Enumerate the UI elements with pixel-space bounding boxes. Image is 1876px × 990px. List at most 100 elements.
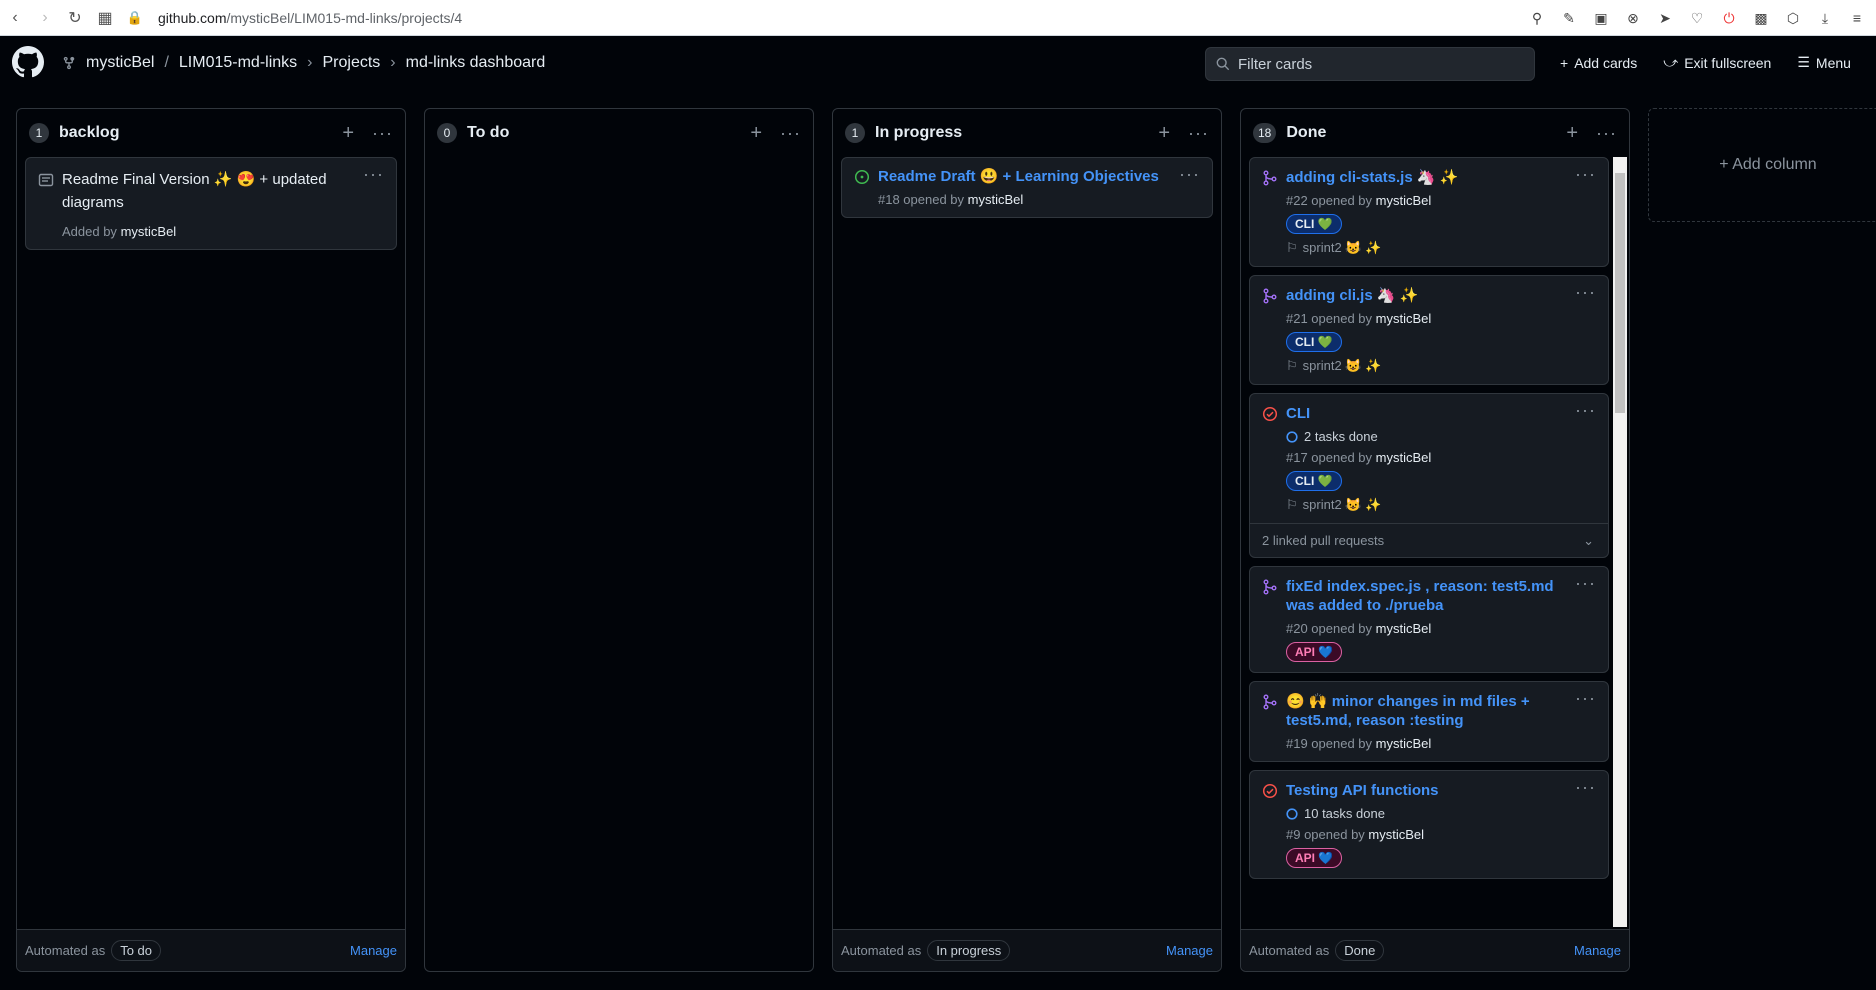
reload-icon[interactable]: ↻ (60, 3, 90, 33)
card-title-link[interactable]: adding cli.js 🦄 ✨ (1286, 286, 1568, 305)
card-title-link[interactable]: Readme Draft 😃 + Learning Objectives (878, 167, 1172, 186)
linked-pull-requests-toggle[interactable]: 2 linked pull requests ⌄ (1250, 523, 1608, 557)
card-author[interactable]: mysticBel (1376, 621, 1432, 636)
card-number: #9 opened by (1286, 827, 1365, 842)
card-more-icon[interactable]: ··· (1575, 164, 1596, 185)
pull-request-card[interactable]: adding cli.js 🦄 ✨ #21 opened by mysticBe… (1249, 275, 1609, 385)
heart-icon[interactable]: ♡ (1688, 9, 1706, 27)
column-more-icon[interactable]: ··· (1188, 123, 1209, 144)
card-author[interactable]: mysticBel (1376, 736, 1432, 751)
manage-automation-link[interactable]: Manage (350, 943, 397, 958)
label-api[interactable]: API 💙 (1286, 848, 1343, 868)
card-more-icon[interactable]: ··· (1575, 282, 1596, 303)
issue-card[interactable]: Testing API functions 10 tasks done #9 o… (1249, 770, 1609, 879)
card-title-link[interactable]: 😊 🙌 minor changes in md files + test5.md… (1286, 692, 1568, 730)
card-more-icon[interactable]: ··· (1575, 400, 1596, 421)
milestone-icon: ⚐ (1286, 497, 1298, 512)
card-author[interactable]: mysticBel (121, 224, 177, 239)
back-icon[interactable]: ‹ (0, 3, 30, 33)
column-title: backlog (59, 124, 120, 141)
tasks-done-text: 10 tasks done (1304, 806, 1385, 821)
pull-request-card[interactable]: 😊 🙌 minor changes in md files + test5.md… (1249, 681, 1609, 762)
column-more-icon[interactable]: ··· (372, 123, 393, 144)
column-scrollbar[interactable] (1613, 157, 1627, 927)
chevron-down-icon: ⌄ (1583, 533, 1594, 548)
add-card-plus-icon[interactable]: + (342, 122, 354, 145)
menu-label: Menu (1815, 54, 1851, 71)
card-number: #17 opened by (1286, 450, 1373, 465)
download-icon[interactable]: ⤓ (1816, 9, 1834, 27)
milestone-name[interactable]: sprint2 😺 ✨ (1303, 497, 1382, 513)
manage-automation-link[interactable]: Manage (1574, 943, 1621, 958)
note-card[interactable]: Readme Final Version ✨ 😍 + updated diagr… (25, 157, 397, 250)
card-more-icon[interactable]: ··· (363, 164, 384, 185)
note-text: Readme Final Version ✨ 😍 + updated diagr… (62, 171, 327, 211)
card-more-icon[interactable]: ··· (1575, 688, 1596, 709)
card-author[interactable]: mysticBel (1376, 450, 1432, 465)
breadcrumb-board[interactable]: md-links dashboard (406, 54, 546, 72)
breadcrumb-slash: / (164, 54, 169, 71)
add-card-plus-icon[interactable]: + (1158, 122, 1170, 145)
card-more-icon[interactable]: ··· (1575, 573, 1596, 594)
automated-label: Automated as (25, 943, 106, 958)
automated-label: Automated as (841, 943, 922, 958)
card-author[interactable]: mysticBel (1376, 193, 1432, 208)
label-cli[interactable]: CLI 💚 (1286, 214, 1342, 234)
label-api[interactable]: API 💙 (1286, 642, 1343, 662)
column-done: 18 Done + ··· adding cli-stats.js 🦄 ✨ #22… (1240, 108, 1630, 972)
milestone-name[interactable]: sprint2 😺 ✨ (1303, 240, 1382, 256)
tabs-grid-icon[interactable]: ▦ (90, 3, 120, 33)
block-icon[interactable]: ⊗ (1624, 9, 1642, 27)
card-author[interactable]: mysticBel (1368, 827, 1424, 842)
pull-request-merged-icon (1263, 694, 1277, 710)
github-logo-icon[interactable] (12, 46, 44, 78)
card-title-link[interactable]: fixEd index.spec.js , reason: test5.md w… (1286, 577, 1568, 615)
forward-icon[interactable]: › (30, 3, 60, 33)
add-cards-button[interactable]: + Add cards (1560, 54, 1637, 71)
breadcrumb-projects[interactable]: Projects (323, 54, 381, 72)
issue-closed-icon (1262, 406, 1278, 422)
edit-icon[interactable]: ✎ (1560, 9, 1578, 27)
add-card-plus-icon[interactable]: + (750, 122, 762, 145)
exit-fullscreen-button[interactable]: ⤻ Exit fullscreen (1663, 54, 1771, 71)
card-author[interactable]: mysticBel (1376, 311, 1432, 326)
issue-card[interactable]: CLI 2 tasks done #17 opened by mysticBel… (1249, 393, 1609, 558)
pull-request-merged-icon (1263, 579, 1277, 595)
automation-state-badge: Done (1335, 940, 1385, 961)
extension-icon[interactable]: ▩ (1752, 9, 1770, 27)
menu-button[interactable]: ☰ Menu (1797, 54, 1851, 71)
exit-fullscreen-icon: ⤻ (1663, 54, 1679, 70)
scrollbar-thumb[interactable] (1615, 173, 1625, 413)
card-more-icon[interactable]: ··· (1179, 164, 1200, 185)
card-more-icon[interactable]: ··· (1575, 777, 1596, 798)
card-title-link[interactable]: Testing API functions (1286, 781, 1568, 800)
cube-icon[interactable]: ⬡ (1784, 9, 1802, 27)
pull-request-card[interactable]: adding cli-stats.js 🦄 ✨ #22 opened by my… (1249, 157, 1609, 267)
power-icon[interactable]: ⏻ (1720, 9, 1738, 27)
label-cli[interactable]: CLI 💚 (1286, 332, 1342, 352)
card-title-link[interactable]: CLI (1286, 404, 1568, 423)
issue-card[interactable]: Readme Draft 😃 + Learning Objectives #18… (841, 157, 1213, 218)
breadcrumb-owner[interactable]: mysticBel (86, 54, 154, 72)
add-card-plus-icon[interactable]: + (1566, 122, 1578, 145)
camera-icon[interactable]: ▣ (1592, 9, 1610, 27)
milestone-name[interactable]: sprint2 😺 ✨ (1303, 358, 1382, 374)
automation-state-badge: To do (111, 940, 162, 961)
zoom-icon[interactable]: ⚲ (1528, 9, 1546, 27)
browser-menu-icon[interactable]: ≡ (1848, 9, 1866, 27)
manage-automation-link[interactable]: Manage (1166, 943, 1213, 958)
github-header: mysticBel / LIM015-md-links › Projects ›… (0, 36, 1876, 92)
breadcrumb-repo[interactable]: LIM015-md-links (179, 54, 297, 72)
label-cli[interactable]: CLI 💚 (1286, 471, 1342, 491)
exit-fullscreen-label: Exit fullscreen (1684, 54, 1772, 71)
send-icon[interactable]: ➤ (1656, 9, 1674, 27)
address-bar[interactable]: github.com/mysticBel/LIM015-md-links/pro… (158, 10, 462, 26)
column-more-icon[interactable]: ··· (1596, 123, 1617, 144)
card-title-link[interactable]: adding cli-stats.js 🦄 ✨ (1286, 168, 1568, 187)
add-column-button[interactable]: + Add column (1648, 108, 1876, 222)
added-by-label: Added by (62, 224, 117, 239)
filter-cards-input[interactable] (1238, 55, 1518, 73)
card-author[interactable]: mysticBel (968, 192, 1024, 207)
pull-request-card[interactable]: fixEd index.spec.js , reason: test5.md w… (1249, 566, 1609, 673)
column-more-icon[interactable]: ··· (780, 123, 801, 144)
